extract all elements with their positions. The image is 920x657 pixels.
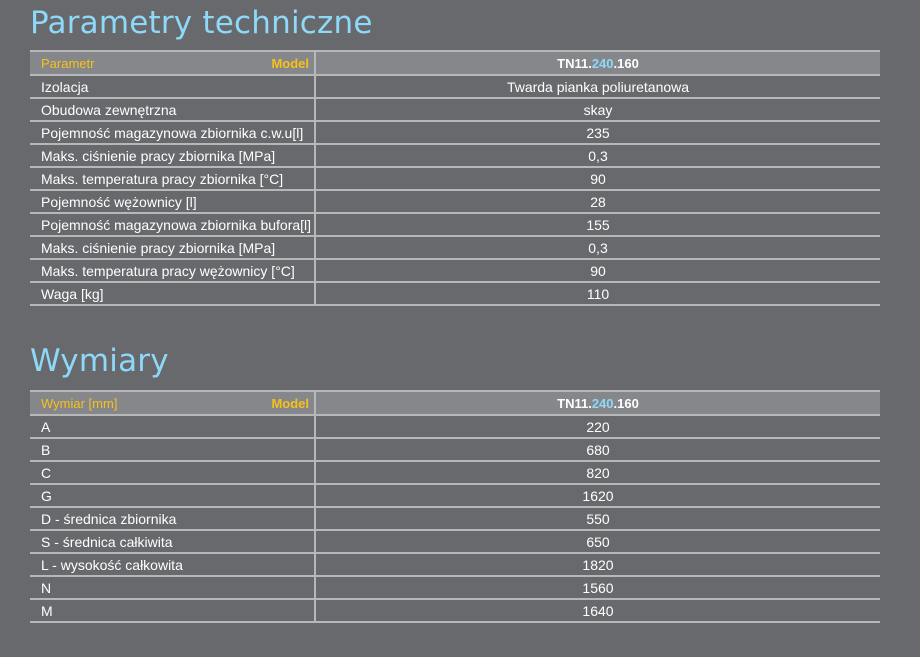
row-value: Twarda pianka poliuretanowa — [314, 75, 880, 99]
row-value: 550 — [314, 507, 880, 531]
dimensions-header-model-label: Model — [271, 395, 309, 411]
section-title-parameters: Parametry techniczne — [30, 5, 373, 41]
dimensions-header-model-code: TN11.240.160 — [314, 390, 880, 416]
model-code-suffix: .160 — [613, 55, 639, 71]
row-label: Maks. temperatura pracy zbiornika [°C] — [30, 167, 315, 191]
table-row: A 220 — [30, 415, 880, 439]
table-row: Pojemność wężownicy [l] 28 — [30, 190, 880, 214]
row-value: 820 — [314, 461, 880, 485]
row-value: 28 — [314, 190, 880, 214]
parameters-header-label-cell: Parametr Model — [30, 50, 315, 76]
row-label: S - średnica całkiwita — [30, 530, 315, 554]
row-label: M — [30, 599, 315, 623]
row-value: 220 — [314, 415, 880, 439]
row-value: 90 — [314, 167, 880, 191]
table-row: Pojemność magazynowa zbiornika bufora[l]… — [30, 213, 880, 237]
dimensions-header-label-cell: Wymiar [mm] Model — [30, 390, 315, 416]
model-code-prefix: TN11. — [557, 55, 592, 71]
table-row: Pojemność magazynowa zbiornika c.w.u[l] 2… — [30, 121, 880, 145]
row-label: Waga [kg] — [30, 282, 315, 306]
row-label: Maks. temperatura pracy wężownicy [°C] — [30, 259, 315, 283]
parameters-header-model-code: TN11.240.160 — [314, 50, 880, 76]
table-row: Maks. ciśnienie pracy zbiornika [MPa] 0,3 — [30, 236, 880, 260]
row-label: Izolacja — [30, 75, 315, 99]
row-value: 235 — [314, 121, 880, 145]
row-value: 110 — [314, 282, 880, 306]
model-code-suffix: .160 — [613, 395, 639, 411]
row-label: N — [30, 576, 315, 600]
row-value: 0,3 — [314, 144, 880, 168]
row-label: Maks. ciśnienie pracy zbiornika [MPa] — [30, 144, 315, 168]
model-code-prefix: TN11. — [557, 395, 592, 411]
dimensions-header-row: Wymiar [mm] Model TN11.240.160 — [30, 390, 880, 416]
row-label: Maks. ciśnienie pracy zbiornika [MPa] — [30, 236, 315, 260]
row-label: D - średnica zbiornika — [30, 507, 315, 531]
row-value: 1640 — [314, 599, 880, 623]
table-row: B 680 — [30, 438, 880, 462]
model-code-mid: 240 — [591, 55, 614, 71]
table-row: C 820 — [30, 461, 880, 485]
dimensions-table: Wymiar [mm] Model TN11.240.160 A 220 B 680… — [30, 390, 880, 623]
table-row: Obudowa zewnętrzna skay — [30, 98, 880, 122]
table-row: M 1640 — [30, 599, 880, 623]
row-value: 0,3 — [314, 236, 880, 260]
row-label: C — [30, 461, 315, 485]
row-label: G — [30, 484, 315, 508]
table-row: D - średnica zbiornika 550 — [30, 507, 880, 531]
row-label: Pojemność magazynowa zbiornika bufora[l] — [30, 213, 315, 237]
table-row: Maks. ciśnienie pracy zbiornika [MPa] 0,3 — [30, 144, 880, 168]
table-row: Waga [kg] 110 — [30, 282, 880, 306]
row-label: A — [30, 415, 315, 439]
row-label: Pojemność wężownicy [l] — [30, 190, 315, 214]
row-label: Obudowa zewnętrzna — [30, 98, 315, 122]
row-value: 90 — [314, 259, 880, 283]
section-title-dimensions: Wymiary — [30, 343, 169, 379]
row-value: 155 — [314, 213, 880, 237]
row-value: skay — [314, 98, 880, 122]
table-row: N 1560 — [30, 576, 880, 600]
table-row: Izolacja Twarda pianka poliuretanowa — [30, 75, 880, 99]
parameters-header-model-label: Model — [271, 55, 309, 71]
row-label: L - wysokość całkowita — [30, 553, 315, 577]
row-label: B — [30, 438, 315, 462]
parameters-header-row: Parametr Model TN11.240.160 — [30, 50, 880, 76]
row-value: 1560 — [314, 576, 880, 600]
table-row: Maks. temperatura pracy zbiornika [°C] 90 — [30, 167, 880, 191]
table-row: L - wysokość całkowita 1820 — [30, 553, 880, 577]
dimensions-header-param-label: Wymiar [mm] — [41, 395, 118, 411]
parameters-table: Parametr Model TN11.240.160 Izolacja Twar… — [30, 50, 880, 306]
row-value: 650 — [314, 530, 880, 554]
row-value: 1620 — [314, 484, 880, 508]
table-row: Maks. temperatura pracy wężownicy [°C] 90 — [30, 259, 880, 283]
row-value: 1820 — [314, 553, 880, 577]
table-row: G 1620 — [30, 484, 880, 508]
table-row: S - średnica całkiwita 650 — [30, 530, 880, 554]
parameters-header-param-label: Parametr — [41, 55, 95, 71]
model-code-mid: 240 — [591, 395, 614, 411]
row-label: Pojemność magazynowa zbiornika c.w.u[l] — [30, 121, 315, 145]
row-value: 680 — [314, 438, 880, 462]
